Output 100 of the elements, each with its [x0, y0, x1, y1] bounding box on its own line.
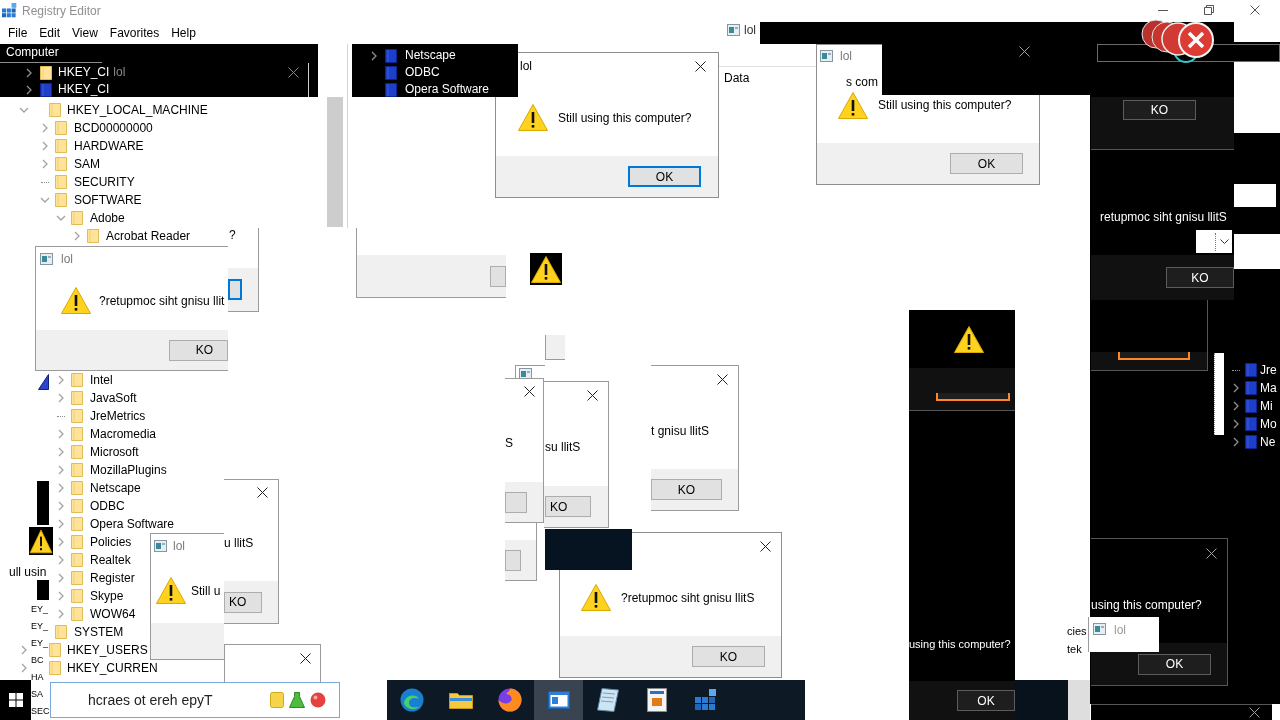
dialog-button[interactable]: KO	[1123, 100, 1196, 120]
dialog-button[interactable]: KO	[651, 479, 722, 500]
folder-icon	[49, 643, 61, 657]
dialog-button[interactable]: KO	[692, 646, 765, 667]
tree-item: SA	[31, 688, 44, 701]
tree-item[interactable]: Skype	[90, 588, 124, 604]
close-button[interactable]	[1203, 546, 1219, 560]
menu-item[interactable]: Help	[165, 25, 202, 41]
folder-icon	[55, 175, 67, 189]
start-button[interactable]	[0, 680, 31, 720]
menu-item[interactable]: View	[66, 25, 104, 41]
dialog-button[interactable]	[936, 393, 1010, 401]
tree-item[interactable]: SOFTWARE	[74, 192, 142, 208]
search-field[interactable]: hcraes ot ereh epyT	[50, 682, 340, 718]
dialog-button[interactable]: OK	[950, 153, 1023, 174]
tree-item[interactable]: Computer	[0, 45, 318, 62]
dialog-button[interactable]: OK	[1138, 653, 1211, 675]
close-button[interactable]	[1016, 44, 1032, 58]
list-item[interactable]: tek	[1067, 640, 1087, 658]
dialog-button[interactable]	[1118, 352, 1190, 360]
folder-icon	[71, 445, 83, 459]
close-button[interactable]	[254, 485, 270, 500]
tree-item[interactable]: Mo	[1260, 416, 1277, 432]
tree-item[interactable]: Netscape	[90, 480, 141, 496]
folder-icon	[1245, 363, 1257, 377]
close-button[interactable]	[297, 651, 313, 665]
close-icon	[523, 385, 535, 397]
tree-item[interactable]: Register	[90, 570, 135, 586]
tree-item[interactable]: HARDWARE	[74, 138, 144, 154]
close-icon	[716, 373, 728, 385]
dialog-button[interactable]: KO	[169, 339, 228, 361]
tree-item[interactable]: Mi	[1260, 398, 1273, 414]
dialog-message: ?retupmoc siht gnisu llit	[99, 293, 225, 308]
dialog-button[interactable]: KO	[1166, 267, 1234, 288]
folder-icon	[71, 211, 83, 225]
chevron-right-icon[interactable]	[1233, 401, 1239, 411]
chevron-right-icon[interactable]	[26, 84, 32, 95]
tree-item[interactable]: Jre	[1260, 362, 1277, 378]
folder-icon	[71, 553, 83, 567]
app-icon	[1093, 623, 1106, 635]
globe-icon	[497, 688, 522, 712]
tree-item[interactable]: Opera Software	[405, 82, 490, 97]
tree-item[interactable]: SYSTEM	[74, 624, 124, 640]
tree-item[interactable]: Acrobat Reader	[106, 228, 191, 244]
tree-item[interactable]: ODBC	[405, 65, 440, 80]
dialog-button[interactable]: OK	[628, 166, 701, 187]
tree-item[interactable]: Intel	[90, 372, 113, 388]
chevron-right-icon[interactable]	[1233, 383, 1239, 393]
dialog-button[interactable]: KO	[224, 591, 262, 613]
glitch-bar	[37, 580, 49, 600]
tree-item[interactable]: JreMetrics	[90, 408, 146, 424]
close-button[interactable]	[584, 388, 600, 402]
close-button[interactable]	[1246, 705, 1262, 720]
tree-item[interactable]: SAM	[74, 156, 100, 172]
tree-item[interactable]: HKEY_CURREN	[67, 660, 158, 676]
tree-item[interactable]: HKEY_CI	[58, 82, 110, 97]
close-button[interactable]	[714, 372, 730, 386]
tree-item[interactable]: Ne	[1260, 434, 1276, 450]
dialog-title: lol	[113, 65, 126, 80]
tree-item[interactable]: Adobe	[90, 210, 125, 226]
folder-icon	[71, 499, 83, 513]
tree-item[interactable]: BCD00000000	[74, 120, 153, 136]
dropdown-button[interactable]	[1196, 230, 1232, 253]
tree-item[interactable]: JavaSoft	[90, 390, 137, 406]
chevron-right-icon[interactable]	[1233, 419, 1239, 429]
chevron-right-icon[interactable]	[1233, 437, 1239, 447]
menu-item[interactable]: Favorites	[103, 25, 166, 41]
menu-item[interactable]: File	[2, 25, 34, 41]
tree-item[interactable]: ODBC	[90, 498, 125, 514]
menu-item[interactable]: Edit	[33, 25, 67, 41]
folder-icon	[448, 691, 473, 709]
dialog-button[interactable]	[228, 279, 242, 300]
tree-item[interactable]: Opera Software	[90, 516, 175, 532]
close-button[interactable]	[692, 59, 708, 73]
tree-item[interactable]: HKEY_CI	[58, 65, 110, 80]
tree-item[interactable]: HKEY_LOCAL_MACHINE	[67, 102, 208, 118]
chevron-right-icon[interactable]	[371, 50, 377, 61]
close-icon	[287, 67, 299, 78]
close-button[interactable]	[757, 539, 773, 553]
close-button[interactable]	[285, 65, 301, 80]
glitch-block	[1234, 62, 1280, 133]
tree-item[interactable]: Realtek	[90, 552, 131, 568]
dialog-button[interactable]: OK	[957, 690, 1015, 711]
glitch-block	[1234, 184, 1276, 207]
tree-item[interactable]: WOW64	[90, 606, 136, 622]
close-button[interactable]	[521, 384, 537, 398]
chevron-right-icon[interactable]	[26, 67, 32, 78]
dialog-button[interactable]: KO	[545, 496, 591, 517]
tree-item[interactable]: MozillaPlugins	[90, 462, 167, 478]
tree-item[interactable]: HKEY_USERS	[67, 642, 148, 658]
dialog-title: lol	[173, 539, 185, 553]
tree-item[interactable]: SECURITY	[74, 174, 135, 190]
tree-item[interactable]: Netscape	[405, 48, 456, 63]
tree-item[interactable]: Microsoft	[90, 444, 139, 460]
close-icon	[1250, 5, 1260, 15]
tree-item[interactable]: Policies	[90, 534, 132, 550]
tree-item[interactable]: Ma	[1260, 380, 1277, 396]
list-item[interactable]: cies	[1067, 622, 1087, 640]
tree-item[interactable]: Macromedia	[90, 426, 157, 442]
taskbar-button[interactable]	[534, 680, 583, 720]
